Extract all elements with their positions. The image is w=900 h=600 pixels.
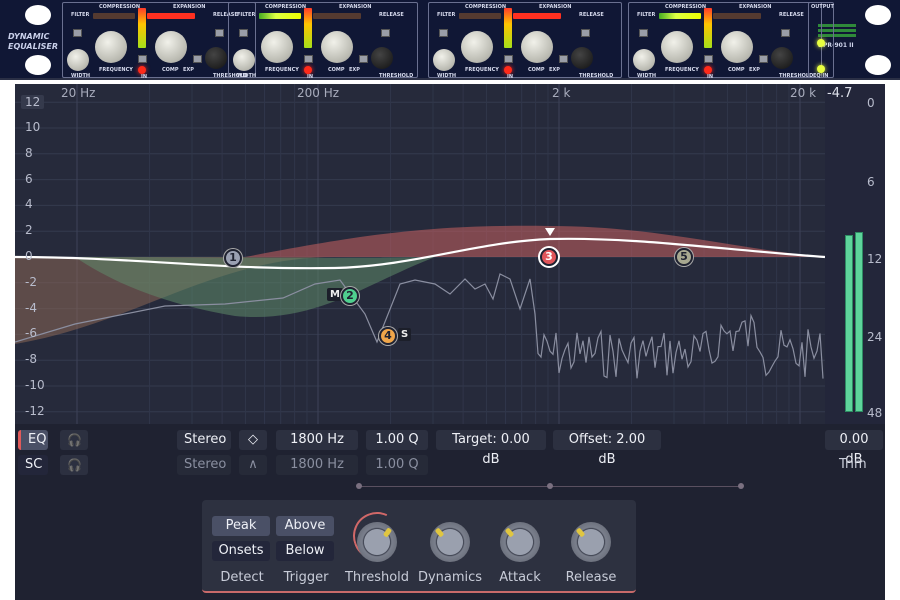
attack-knob[interactable] bbox=[500, 522, 540, 562]
link-handle[interactable] bbox=[738, 483, 744, 489]
freq-label: 2 k bbox=[552, 86, 571, 100]
attack-label: Attack bbox=[499, 570, 541, 585]
rack-channel: COMPRESSION EXPANSION FILTER RELEASE WIDTH… bbox=[628, 2, 822, 80]
db-label: -10 bbox=[25, 378, 45, 392]
eq-listen-button[interactable]: 🎧 bbox=[60, 430, 88, 450]
eq-button[interactable]: EQ bbox=[18, 430, 48, 450]
trigger-label: Trigger bbox=[283, 570, 329, 585]
db-label: 10 bbox=[25, 120, 41, 134]
db-label: -2 bbox=[25, 274, 37, 289]
dynamics-label: Dynamics bbox=[417, 570, 483, 585]
trigger-below-button[interactable]: Below bbox=[276, 541, 334, 561]
rack-channel: COMPRESSION EXPANSION FILTER RELEASE WIDTH… bbox=[428, 2, 622, 80]
dynamics-knob[interactable] bbox=[430, 522, 470, 562]
sc-q-field[interactable]: 1.00 Q bbox=[366, 455, 428, 475]
threshold-label: Threshold bbox=[344, 570, 410, 585]
threshold-knob[interactable] bbox=[357, 522, 397, 562]
rack-ear-hole bbox=[25, 5, 51, 25]
freq-label: 20 k bbox=[790, 86, 817, 100]
frequency-field[interactable]: 1800 Hz bbox=[276, 430, 358, 450]
trim-label: Trim bbox=[839, 457, 867, 472]
release-label: Release bbox=[565, 570, 617, 585]
dynamics-panel: Peak Onsets Above Below Detect Trigger T… bbox=[202, 500, 636, 593]
side-tag: S bbox=[398, 328, 412, 341]
db-label: 0 bbox=[25, 249, 33, 263]
meter-scale: 12 bbox=[867, 252, 883, 266]
meter-bar-right bbox=[855, 231, 863, 412]
eq-graph-canvas bbox=[15, 84, 825, 424]
channel-select[interactable]: Stereo bbox=[177, 430, 231, 450]
meter-bar-left bbox=[845, 235, 853, 412]
freq-label: 20 Hz bbox=[61, 86, 96, 100]
meter-scale: 6 bbox=[867, 175, 875, 189]
trim-field[interactable]: 0.00 dB bbox=[825, 430, 883, 467]
db-range-button[interactable]: 12 bbox=[21, 95, 45, 109]
headphones-icon: 🎧 bbox=[67, 458, 82, 472]
q-field[interactable]: 1.00 Q bbox=[366, 430, 428, 450]
output-section: OUTPUT EQ IN bbox=[808, 2, 834, 79]
sc-listen-button[interactable]: 🎧 bbox=[60, 455, 88, 475]
offset-field[interactable]: Offset: 2.00 dB bbox=[553, 430, 661, 467]
release-knob[interactable] bbox=[571, 522, 611, 562]
filter-shape-button[interactable]: ◇ bbox=[239, 430, 267, 450]
meter-peak: -4.7 bbox=[827, 86, 853, 101]
band-node-4[interactable]: 4 bbox=[379, 327, 397, 345]
rack-channel: COMPRESSION EXPANSION FILTER RELEASE WIDTH… bbox=[62, 2, 256, 80]
db-label: -6 bbox=[25, 326, 37, 341]
sc-frequency-field[interactable]: 1800 Hz bbox=[276, 455, 358, 475]
band-node-1[interactable]: 1 bbox=[224, 249, 242, 267]
link-handle[interactable] bbox=[547, 483, 553, 489]
sc-filter-shape-button[interactable]: ∧ bbox=[239, 455, 267, 475]
rack-ear-hole bbox=[865, 5, 891, 25]
hardware-rack-panel: DYNAMIC EQUALISER DPR-901 II COMPRESSION E… bbox=[0, 0, 900, 80]
db-label: -8 bbox=[25, 352, 37, 367]
meter-scale: 24 bbox=[867, 330, 883, 344]
db-label: 4 bbox=[25, 197, 33, 212]
band-node-2[interactable]: 2 bbox=[341, 287, 359, 305]
sc-button[interactable]: SC bbox=[18, 455, 48, 475]
eq-graph[interactable]: 12 10 8 6 4 2 0 -2 -4 -6 -8 -10 -12 20 Hz 200 Hz 2 … bbox=[15, 84, 825, 424]
rack-channel: COMPRESSION EXPANSION FILTER RELEASE WIDTH… bbox=[228, 2, 418, 80]
rack-ear-hole bbox=[865, 55, 891, 75]
diamond-shape-icon: ◇ bbox=[248, 432, 258, 447]
sc-channel-select[interactable]: Stereo bbox=[177, 455, 231, 475]
detect-onsets-button[interactable]: Onsets bbox=[212, 541, 270, 561]
db-label: 6 bbox=[25, 171, 33, 186]
band-node-3[interactable]: 3 bbox=[540, 248, 558, 266]
trigger-above-button[interactable]: Above bbox=[276, 516, 334, 536]
output-meter: -4.7 0 6 12 24 48 bbox=[825, 84, 885, 424]
db-label: -12 bbox=[25, 403, 45, 418]
meter-scale: 48 bbox=[867, 406, 883, 420]
db-label: 2 bbox=[25, 223, 33, 238]
headphones-icon: 🎧 bbox=[67, 433, 82, 447]
detect-peak-button[interactable]: Peak bbox=[212, 516, 270, 536]
link-handle[interactable] bbox=[356, 483, 362, 489]
db-label: -4 bbox=[25, 300, 37, 315]
rack-ear-hole bbox=[25, 55, 51, 75]
bell-shape-icon: ∧ bbox=[248, 457, 258, 472]
freq-label: 200 Hz bbox=[297, 86, 340, 100]
db-label: 8 bbox=[25, 145, 33, 160]
rack-brand: DYNAMIC EQUALISER bbox=[8, 32, 59, 51]
target-field[interactable]: Target: 0.00 dB bbox=[436, 430, 546, 467]
band-3-fill bbox=[245, 225, 825, 257]
plugin-window: 12 10 8 6 4 2 0 -2 -4 -6 -8 -10 -12 20 Hz 200 Hz 2 … bbox=[15, 84, 885, 600]
meter-scale: 0 bbox=[867, 96, 875, 110]
band-node-5[interactable]: 5 bbox=[675, 248, 693, 266]
